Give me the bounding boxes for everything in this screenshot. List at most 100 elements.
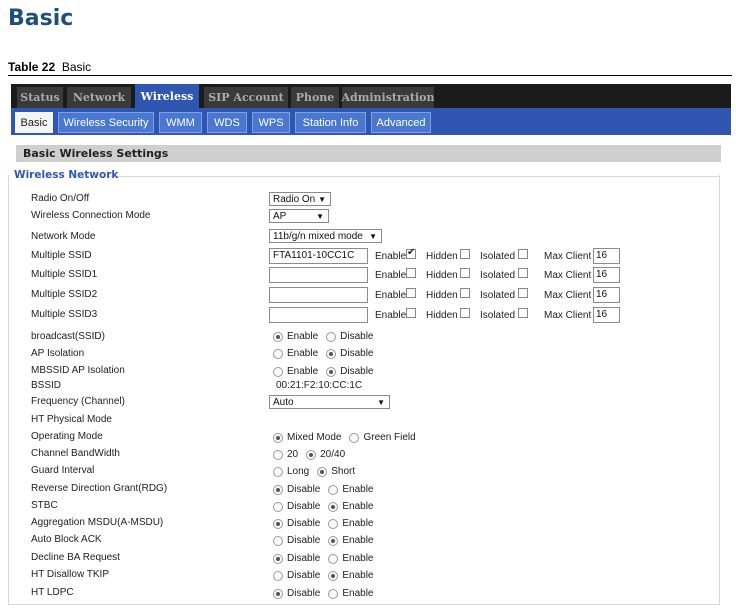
ssid-max-client-input-3[interactable]: 16: [593, 307, 620, 323]
section-header: Basic Wireless Settings: [16, 145, 721, 162]
option-disable-label: Disable: [287, 535, 321, 546]
mixed-mode-radio[interactable]: [273, 432, 283, 443]
label-guard-interval: Guard Interval: [31, 465, 95, 476]
label-amsdu: Aggregation MSDU(A-MSDU): [31, 517, 164, 528]
guard-interval-options: Long Short: [273, 466, 363, 477]
disallow-tkip-options: Disable Enable: [273, 570, 382, 581]
ht-ldpc-options: Disable Enable: [273, 588, 382, 599]
option-disable-label: Disable: [340, 366, 374, 377]
mbssid-isolation-disable-radio[interactable]: [326, 366, 337, 377]
subtab-station-info[interactable]: Station Info: [295, 112, 366, 133]
ssid-enable-label: Enable: [375, 270, 407, 281]
label-multiple-ssid1: Multiple SSID1: [31, 269, 98, 280]
option-enable-label: Enable: [342, 484, 374, 495]
operating-mode-options: Mixed Mode Green Field: [273, 432, 424, 443]
subtab-wds[interactable]: WDS: [207, 112, 247, 133]
amsdu-disable-radio[interactable]: [273, 518, 283, 529]
ssid-hidden-checkbox-1[interactable]: [460, 268, 470, 278]
broadcast-enable-radio[interactable]: [273, 331, 283, 342]
subtab-basic[interactable]: Basic: [15, 112, 53, 133]
subtab-wps[interactable]: WPS: [252, 112, 290, 133]
ssid-isolated-checkbox-1[interactable]: [518, 268, 528, 278]
stbc-enable-radio[interactable]: [328, 501, 339, 512]
option-bw40-label: 20/40: [320, 449, 346, 460]
ssid-max-client-input-1[interactable]: 16: [593, 267, 620, 283]
option-bw20-label: 20: [287, 449, 299, 460]
ssid-enable-checkbox-3[interactable]: [406, 308, 416, 318]
tkip-disable-radio[interactable]: [273, 570, 283, 581]
ap-isolation-enable-radio[interactable]: [273, 348, 283, 359]
radio-select[interactable]: Radio On ▼: [269, 192, 331, 206]
mbssid-isolation-enable-radio[interactable]: [273, 366, 283, 377]
network-mode-select[interactable]: 11b/g/n mixed mode ▼: [269, 229, 382, 243]
declineba-enable-radio[interactable]: [328, 553, 339, 564]
autoba-disable-radio[interactable]: [273, 535, 283, 546]
chevron-down-icon: ▼: [318, 195, 326, 204]
tab-network[interactable]: Network: [67, 87, 131, 108]
sub-nav-bar: Basic Wireless Security WMM WDS WPS Stat…: [11, 108, 731, 135]
ldpc-disable-radio[interactable]: [273, 588, 283, 599]
ssid-enable-checkbox-1[interactable]: [406, 268, 416, 278]
connection-mode-select[interactable]: AP ▼: [269, 209, 329, 223]
stbc-options: Disable Enable: [273, 501, 382, 512]
ssid-hidden-checkbox-2[interactable]: [460, 288, 470, 298]
ssid-max-client-input-2[interactable]: 16: [593, 287, 620, 303]
broadcast-disable-radio[interactable]: [326, 331, 337, 342]
guard-long-radio[interactable]: [273, 466, 283, 477]
tab-phone[interactable]: Phone: [291, 87, 339, 108]
ssid-enable-checkbox-2[interactable]: [406, 288, 416, 298]
network-mode-value: 11b/g/n mixed mode: [273, 230, 363, 242]
bandwidth-40-radio[interactable]: [306, 449, 317, 460]
frequency-select[interactable]: Auto ▼: [269, 395, 390, 409]
tab-sip-account[interactable]: SIP Account: [204, 87, 288, 108]
label-decline-ba: Decline BA Request: [31, 552, 120, 563]
declineba-disable-radio[interactable]: [273, 553, 283, 564]
rdg-enable-radio[interactable]: [328, 484, 339, 495]
ssid-max-client-input-0[interactable]: 16: [593, 248, 620, 264]
subtab-wireless-security[interactable]: Wireless Security: [58, 112, 154, 133]
label-disallow-tkip: HT Disallow TKIP: [31, 569, 109, 580]
option-disable-label: Disable: [340, 331, 374, 342]
ssid-hidden-checkbox-0[interactable]: [460, 249, 470, 259]
ssid-input-2[interactable]: [269, 287, 368, 303]
option-enable-label: Enable: [287, 366, 319, 377]
amsdu-enable-radio[interactable]: [328, 518, 339, 529]
ssid-input-1[interactable]: [269, 267, 368, 283]
rdg-options: Disable Enable: [273, 484, 382, 495]
ssid-hidden-checkbox-3[interactable]: [460, 308, 470, 318]
ssid-enable-label: Enable: [375, 310, 407, 321]
ssid-isolated-checkbox-3[interactable]: [518, 308, 528, 318]
ap-isolation-disable-radio[interactable]: [326, 348, 337, 359]
radio-select-value: Radio On: [273, 193, 316, 205]
channel-bandwidth-options: 20 20/40: [273, 449, 353, 460]
ssid-isolated-checkbox-0[interactable]: [518, 249, 528, 259]
option-enable-label: Enable: [287, 331, 319, 342]
green-field-radio[interactable]: [349, 432, 360, 443]
ssid-enable-checkbox-0[interactable]: [406, 247, 416, 259]
tkip-enable-radio[interactable]: [328, 570, 339, 581]
tab-status[interactable]: Status: [17, 87, 63, 108]
guard-short-radio[interactable]: [317, 466, 328, 477]
subtab-wmm[interactable]: WMM: [159, 112, 202, 133]
frequency-value: Auto: [273, 396, 294, 408]
stbc-disable-radio[interactable]: [273, 501, 283, 512]
ldpc-enable-radio[interactable]: [328, 588, 339, 599]
option-mixed-label: Mixed Mode: [287, 432, 342, 443]
label-auto-block-ack: Auto Block ACK: [31, 534, 102, 545]
ssid-max-client-label: Max Client: [544, 251, 592, 262]
connection-mode-value: AP: [273, 210, 287, 222]
rdg-disable-radio[interactable]: [273, 484, 283, 495]
ssid-isolated-checkbox-2[interactable]: [518, 288, 528, 298]
subtab-advanced[interactable]: Advanced: [371, 112, 431, 133]
tab-wireless[interactable]: Wireless: [135, 84, 199, 108]
bandwidth-20-radio[interactable]: [273, 449, 283, 460]
autoba-enable-radio[interactable]: [328, 535, 339, 546]
tab-administration[interactable]: Administration: [342, 87, 435, 108]
label-multiple-ssid: Multiple SSID: [31, 250, 92, 261]
ssid-input-3[interactable]: [269, 307, 368, 323]
ssid-input-0[interactable]: FTA1101-10CC1C: [269, 248, 368, 264]
ssid-isolated-label: Isolated: [480, 270, 516, 281]
ap-isolation-options: Enable Disable: [273, 348, 382, 359]
fieldset-legend: Wireless Network: [14, 169, 119, 181]
ssid-hidden-label: Hidden: [426, 290, 458, 301]
